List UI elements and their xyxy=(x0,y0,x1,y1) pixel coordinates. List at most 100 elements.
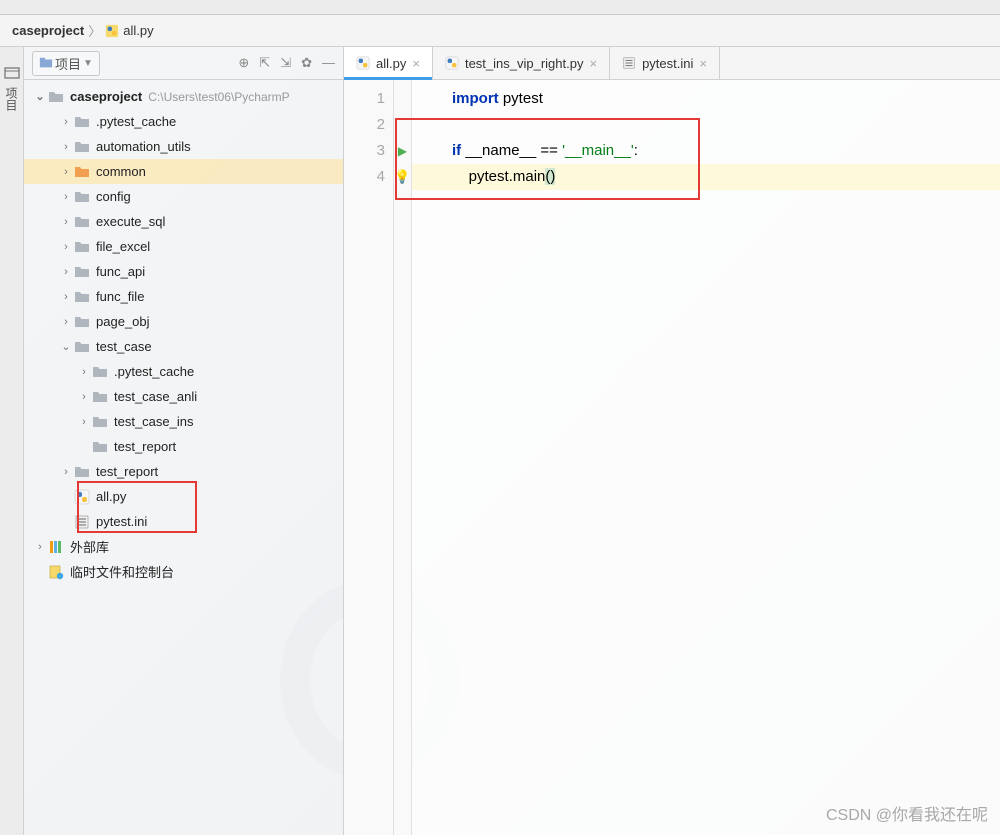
tree-arrow-icon[interactable]: ⌄ xyxy=(32,90,48,103)
tree-item-common[interactable]: ›common xyxy=(24,159,343,184)
tree-item-label: execute_sql xyxy=(96,214,165,229)
folder-icon xyxy=(74,464,90,480)
tree-item-config[interactable]: › config xyxy=(24,184,343,209)
settings-icon[interactable]: ✿ xyxy=(301,55,312,71)
project-view-selector[interactable]: 项目 ▼ xyxy=(32,51,100,76)
tree-arrow-icon[interactable]: › xyxy=(76,416,92,428)
tree-item-test_case_anli[interactable]: › test_case_anli xyxy=(24,384,343,409)
tree-arrow-icon[interactable]: › xyxy=(58,316,74,328)
folder-icon xyxy=(92,389,108,405)
tree-arrow-icon[interactable]: › xyxy=(58,466,74,478)
folder-icon xyxy=(92,439,108,455)
code-body[interactable]: import pytestif __name__ == '__main__': … xyxy=(412,80,1000,835)
tab-label: pytest.ini xyxy=(642,56,693,71)
project-tool-icon[interactable] xyxy=(4,65,20,81)
tool-window-strip: 项目 xyxy=(0,47,24,835)
tree-item-execute_sql[interactable]: › execute_sql xyxy=(24,209,343,234)
editor-tab-pytest-ini[interactable]: pytest.ini × xyxy=(610,47,720,79)
tree-item-test_report[interactable]: › test_report xyxy=(24,459,343,484)
expand-all-icon[interactable]: ⇱ xyxy=(259,55,270,71)
tree-item-label: func_file xyxy=(96,289,144,304)
python-file-icon xyxy=(356,56,370,70)
locate-icon[interactable]: ⊕ xyxy=(238,55,249,71)
folder-icon xyxy=(74,214,90,230)
tree-item--[interactable]: 临时文件和控制台 xyxy=(24,559,343,584)
run-gutter-run[interactable]: ▶ xyxy=(394,138,411,164)
tree-item--pytest_cache[interactable]: ›.pytest_cache xyxy=(24,359,343,384)
tree-item-label: config xyxy=(96,189,131,204)
menubar xyxy=(0,0,1000,15)
folder-icon xyxy=(74,289,90,305)
run-icon[interactable]: ▶ xyxy=(398,138,407,164)
tree-arrow-icon[interactable]: › xyxy=(58,266,74,278)
tree-arrow-icon[interactable]: › xyxy=(58,216,74,228)
intention-bulb-icon[interactable]: 💡 xyxy=(394,164,410,190)
tree-arrow-icon[interactable]: › xyxy=(58,241,74,253)
folder-icon xyxy=(74,139,90,155)
tree-arrow-icon[interactable]: › xyxy=(32,541,48,553)
collapse-all-icon[interactable]: ⇲ xyxy=(280,55,291,71)
run-gutter-bulb[interactable]: 💡 xyxy=(394,164,411,190)
tree-item-func_file[interactable]: › func_file xyxy=(24,284,343,309)
tree-item-all-py[interactable]: all.py xyxy=(24,484,343,509)
run-gutter: ▶💡 xyxy=(394,80,412,835)
tree-arrow-icon[interactable]: › xyxy=(58,116,74,128)
tree-item-label: test_case_anli xyxy=(114,389,197,404)
tree-item-label: page_obj xyxy=(96,314,150,329)
tree-item-label: .pytest_cache xyxy=(96,114,176,129)
code-line-1[interactable]: import pytest xyxy=(412,86,1000,112)
tree-item-func_api[interactable]: › func_api xyxy=(24,259,343,284)
tree-arrow-icon[interactable]: › xyxy=(58,291,74,303)
tree-item-label: file_excel xyxy=(96,239,150,254)
tree-item-label: automation_utils xyxy=(96,139,191,154)
tree-arrow-icon[interactable]: › xyxy=(58,166,74,178)
tree-item-test_case[interactable]: ⌄test_case xyxy=(24,334,343,359)
editor-tab-test_ins_vip_right-py[interactable]: test_ins_vip_right.py × xyxy=(433,47,610,79)
tree-item-automation_utils[interactable]: › automation_utils xyxy=(24,134,343,159)
code-line-4[interactable]: pytest.main() xyxy=(412,164,1000,190)
close-icon[interactable]: × xyxy=(589,56,597,71)
close-icon[interactable]: × xyxy=(699,56,707,71)
ini-file-icon xyxy=(622,56,636,70)
hide-icon[interactable]: — xyxy=(322,55,335,71)
close-icon[interactable]: × xyxy=(412,56,420,71)
editor-tab-all-py[interactable]: all.py × xyxy=(344,47,433,79)
tree-item--[interactable]: ›外部库 xyxy=(24,534,343,559)
project-icon xyxy=(39,56,53,70)
tab-label: test_ins_vip_right.py xyxy=(465,56,584,71)
editor-tabs: all.py × test_ins_vip_right.py × pytest.ini × xyxy=(344,47,1000,80)
tree-item-label: test_case_ins xyxy=(114,414,194,429)
line-number: 2 xyxy=(344,112,385,138)
tree-arrow-icon[interactable]: › xyxy=(76,366,92,378)
tree-arrow-icon[interactable]: › xyxy=(76,391,92,403)
line-number: 3 xyxy=(344,138,385,164)
tree-item-caseproject[interactable]: ⌄caseprojectC:\Users\test06\PycharmP xyxy=(24,84,343,109)
folder-icon xyxy=(74,189,90,205)
tree-item--pytest_cache[interactable]: › .pytest_cache xyxy=(24,109,343,134)
tree-arrow-icon[interactable]: › xyxy=(58,191,74,203)
side-tab-label[interactable]: 项目 xyxy=(3,87,20,111)
tree-item-test_case_ins[interactable]: › test_case_ins xyxy=(24,409,343,434)
tree-item-file_excel[interactable]: › file_excel xyxy=(24,234,343,259)
project-tree[interactable]: ⌄caseprojectC:\Users\test06\PycharmP › .py… xyxy=(24,80,343,835)
folder-icon xyxy=(74,264,90,280)
python-file-icon xyxy=(105,24,119,38)
tree-arrow-icon[interactable]: › xyxy=(58,141,74,153)
code-line-2[interactable] xyxy=(412,112,1000,138)
folder-icon xyxy=(48,89,64,105)
breadcrumb-file[interactable]: all.py xyxy=(105,23,153,38)
tree-arrow-icon[interactable]: ⌄ xyxy=(58,340,74,353)
tab-label: all.py xyxy=(376,56,406,71)
tree-item-page_obj[interactable]: › page_obj xyxy=(24,309,343,334)
python-file-icon xyxy=(74,489,90,505)
tree-item-label: test_report xyxy=(96,464,158,479)
breadcrumb-project[interactable]: caseproject xyxy=(12,23,84,38)
external-lib-icon xyxy=(48,539,64,555)
tree-item-label: func_api xyxy=(96,264,145,279)
run-gutter-empty[interactable] xyxy=(394,112,411,138)
tree-item-test_report[interactable]: test_report xyxy=(24,434,343,459)
run-gutter-empty[interactable] xyxy=(394,86,411,112)
code-line-3[interactable]: if __name__ == '__main__': xyxy=(412,138,1000,164)
tree-item-pytest-ini[interactable]: pytest.ini xyxy=(24,509,343,534)
sidebar-header: 项目 ▼ ⊕ ⇱ ⇲ ✿ — xyxy=(24,47,343,80)
